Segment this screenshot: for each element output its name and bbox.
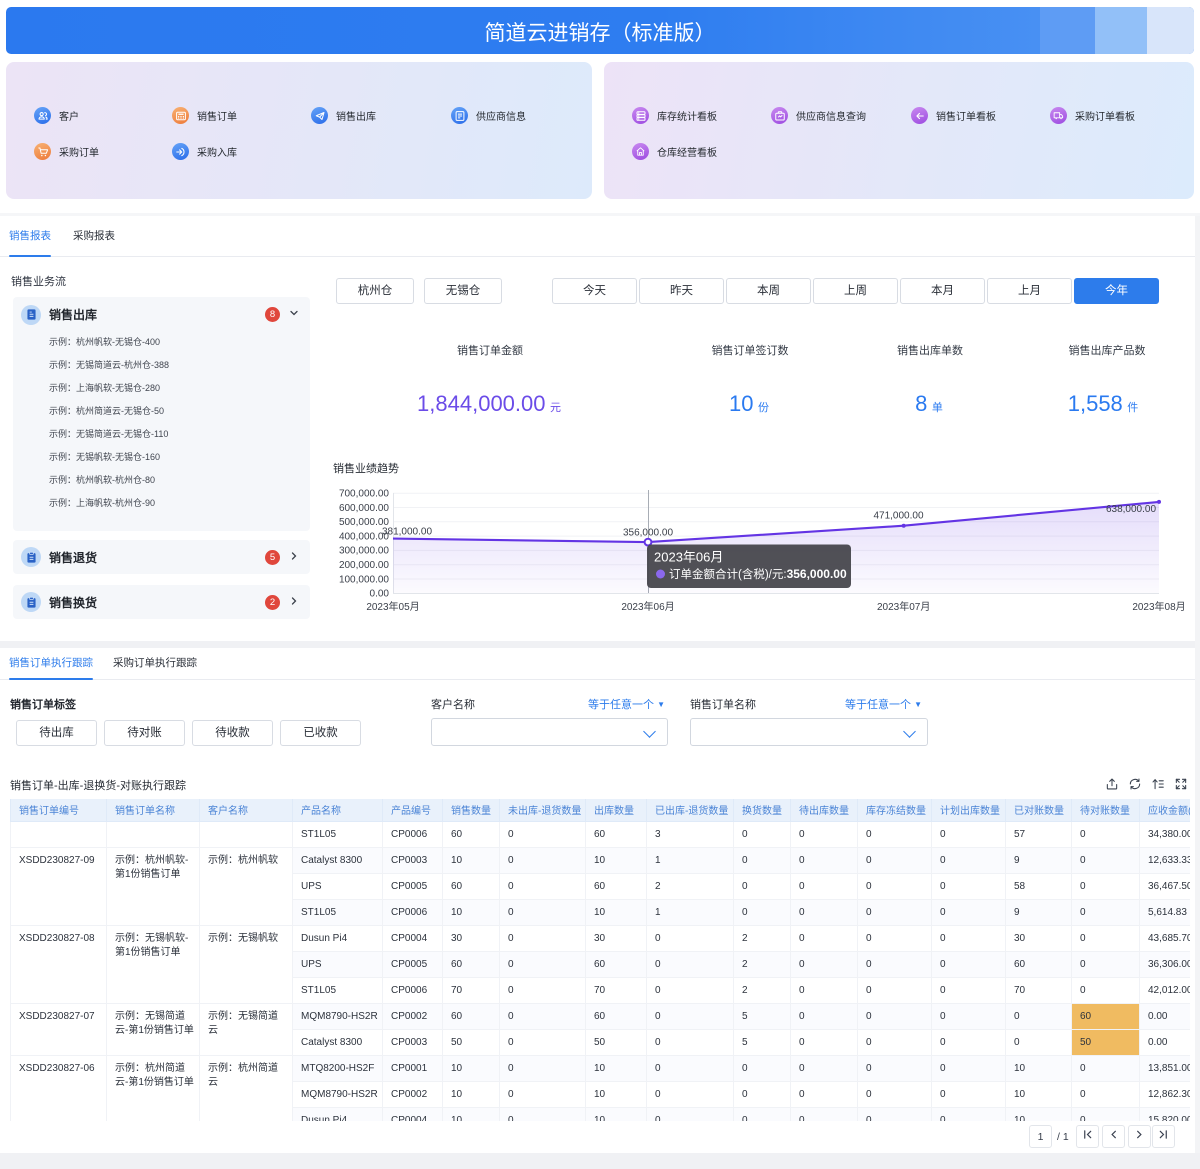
svg-text:2023年07月: 2023年07月 [877,600,930,613]
svg-text:300,000.00: 300,000.00 [339,546,389,557]
svg-text:471,000.00: 471,000.00 [873,511,923,522]
svg-text:100,000.00: 100,000.00 [339,574,389,585]
svg-text:200,000.00: 200,000.00 [339,560,389,571]
svg-text:2023年08月: 2023年08月 [1132,600,1185,613]
svg-text:638,000.00: 638,000.00 [1106,504,1156,515]
svg-text:0.00: 0.00 [370,589,390,600]
svg-text:2023年06月: 2023年06月 [621,600,674,613]
svg-text:356,000.00: 356,000.00 [623,528,673,539]
svg-text:700,000.00: 700,000.00 [339,489,389,500]
svg-text:订单金额合计(含税)/元:356,000.00: 订单金额合计(含税)/元:356,000.00 [669,567,847,581]
svg-text:600,000.00: 600,000.00 [339,503,389,514]
svg-text:2023年05月: 2023年05月 [366,600,419,613]
svg-text:381,000.00: 381,000.00 [382,527,432,538]
svg-text:2023年06月: 2023年06月 [654,550,723,565]
